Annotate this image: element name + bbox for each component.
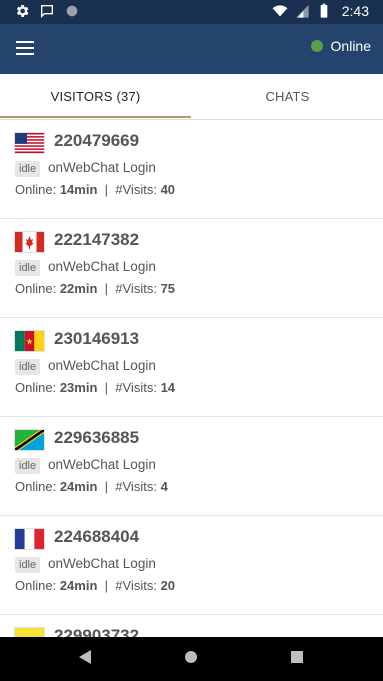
cameroon-flag-icon bbox=[15, 331, 44, 351]
circle-icon bbox=[66, 5, 78, 17]
meta-separator: | bbox=[104, 578, 109, 593]
visits-label: #Visits: bbox=[115, 578, 157, 593]
status-bar-time: 2:43 bbox=[341, 3, 369, 19]
recents-icon[interactable] bbox=[290, 649, 304, 665]
visits-label: #Visits: bbox=[115, 182, 157, 197]
tanzania-flag-icon bbox=[15, 430, 44, 450]
visitor-state-badge: idle bbox=[15, 359, 41, 375]
visitor-meta: Online: 24min | #Visits: 4 bbox=[15, 479, 168, 494]
online-label: Online: bbox=[15, 380, 57, 395]
message-icon bbox=[41, 5, 53, 18]
visitor-list: 220479669 idle onWebChat Login Online: 1… bbox=[0, 120, 383, 637]
agent-status[interactable]: Online bbox=[310, 38, 371, 54]
meta-separator: | bbox=[104, 380, 109, 395]
visitor-page: onWebChat Login bbox=[48, 556, 156, 571]
visitor-id: 222147382 bbox=[54, 230, 140, 249]
online-label: Online: bbox=[15, 281, 57, 296]
online-duration: 24min bbox=[59, 578, 98, 593]
online-duration: 23min bbox=[59, 380, 98, 395]
online-label: Online: bbox=[15, 479, 57, 494]
visits-label: #Visits: bbox=[115, 380, 157, 395]
visitor-list-item[interactable]: 222147382 idle onWebChat Login Online: 2… bbox=[0, 219, 383, 318]
france-flag-icon bbox=[15, 529, 44, 549]
visitor-id: 229903732 bbox=[54, 626, 140, 637]
visitor-id: 229636885 bbox=[54, 428, 140, 447]
online-duration: 24min bbox=[59, 479, 98, 494]
visitor-meta: Online: 22min | #Visits: 75 bbox=[15, 281, 175, 296]
visitor-meta: Online: 23min | #Visits: 14 bbox=[15, 380, 175, 395]
canada-flag-icon bbox=[15, 232, 44, 252]
app-bar: Online bbox=[0, 24, 383, 74]
visits-count: 14 bbox=[160, 380, 176, 395]
visitor-page: onWebChat Login bbox=[48, 457, 156, 472]
menu-icon[interactable] bbox=[16, 41, 34, 55]
online-status-dot-icon bbox=[310, 40, 323, 52]
visits-count: 40 bbox=[160, 182, 176, 197]
settings-icon bbox=[16, 5, 29, 17]
wifi-icon bbox=[272, 5, 288, 17]
status-bar-notifications bbox=[14, 3, 80, 19]
status-bar-system: 2:43 bbox=[272, 3, 369, 19]
system-navigation-bar bbox=[0, 637, 383, 681]
visitor-id: 230146913 bbox=[54, 329, 140, 348]
tab-chats[interactable]: CHATS bbox=[192, 74, 383, 118]
visitor-list-item[interactable]: 230146913 idle onWebChat Login Online: 2… bbox=[0, 318, 383, 417]
visitor-id: 220479669 bbox=[54, 131, 140, 150]
visits-label: #Visits: bbox=[115, 281, 157, 296]
visitor-list-item[interactable]: 229903732 bbox=[0, 615, 383, 637]
visitor-list-item[interactable]: 220479669 idle onWebChat Login Online: 1… bbox=[0, 120, 383, 219]
visitor-state-badge: idle bbox=[15, 557, 41, 573]
battery-icon bbox=[320, 3, 328, 18]
visitor-meta: Online: 24min | #Visits: 20 bbox=[15, 578, 175, 593]
meta-separator: | bbox=[104, 281, 109, 296]
meta-separator: | bbox=[104, 182, 109, 197]
visitor-meta: Online: 14min | #Visits: 40 bbox=[15, 182, 175, 197]
us-flag-icon bbox=[15, 133, 44, 153]
visitor-list-item[interactable]: 224688404 idle onWebChat Login Online: 2… bbox=[0, 516, 383, 615]
visitor-state-badge: idle bbox=[15, 458, 41, 474]
signal-icon bbox=[295, 5, 309, 18]
visitor-page: onWebChat Login bbox=[48, 358, 156, 373]
agent-status-label: Online bbox=[330, 38, 371, 54]
visits-count: 75 bbox=[160, 281, 176, 296]
visitor-state-badge: idle bbox=[15, 260, 41, 276]
visits-count: 4 bbox=[160, 479, 168, 494]
visitor-list-item[interactable]: 229636885 idle onWebChat Login Online: 2… bbox=[0, 417, 383, 516]
visitor-id: 224688404 bbox=[54, 527, 140, 546]
online-label: Online: bbox=[15, 578, 57, 593]
online-duration: 14min bbox=[59, 182, 98, 197]
visits-label: #Visits: bbox=[115, 479, 157, 494]
visitor-page: onWebChat Login bbox=[48, 259, 156, 274]
back-icon[interactable] bbox=[78, 649, 92, 665]
visitor-state-badge: idle bbox=[15, 161, 41, 177]
yellow-flag-icon bbox=[15, 628, 44, 637]
status-bar: 2:43 bbox=[0, 0, 383, 24]
meta-separator: | bbox=[104, 479, 109, 494]
tab-visitors[interactable]: VISITORS (37) bbox=[0, 74, 191, 118]
tab-bar: VISITORS (37) CHATS bbox=[0, 74, 383, 120]
home-icon[interactable] bbox=[184, 649, 198, 665]
online-duration: 22min bbox=[59, 281, 98, 296]
online-label: Online: bbox=[15, 182, 57, 197]
visits-count: 20 bbox=[160, 578, 176, 593]
visitor-page: onWebChat Login bbox=[48, 160, 156, 175]
